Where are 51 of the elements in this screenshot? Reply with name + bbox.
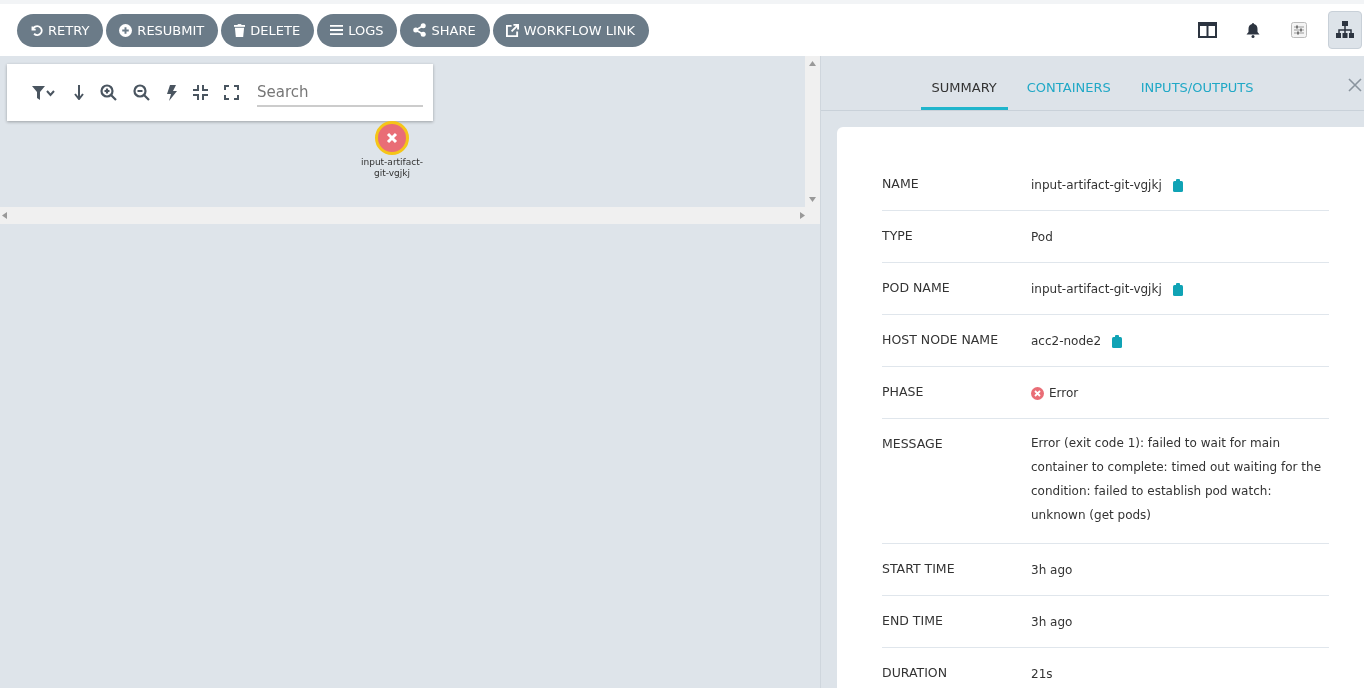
- panel-tab[interactable]: SUMMARY: [920, 56, 1008, 110]
- field-value: 3h ago: [1031, 562, 1073, 579]
- field-label: HOST NODE NAME: [882, 332, 1000, 347]
- field-label: DURATION: [882, 665, 949, 680]
- field-label: MESSAGE: [882, 436, 944, 451]
- filter-icon: [32, 85, 58, 100]
- node-label: input-artifact-git-vgjkj: [359, 157, 425, 179]
- action-button[interactable]: LOGS: [317, 13, 398, 47]
- trash-icon: [234, 23, 246, 37]
- action-button[interactable]: RESUBMIT: [106, 13, 219, 47]
- clipboard-icon[interactable]: [1172, 178, 1183, 192]
- columns-icon: [1197, 22, 1217, 38]
- sitemap-icon: [1336, 21, 1354, 39]
- retry-icon: [30, 23, 43, 37]
- lightning-icon: [166, 84, 177, 101]
- clipboard-icon[interactable]: [1112, 334, 1123, 348]
- zoom-in-icon: [100, 84, 117, 101]
- bell-icon: [1246, 22, 1260, 38]
- action-button[interactable]: SHARE: [400, 13, 490, 47]
- field-value: input-artifact-git-vgjkj: [1031, 177, 1162, 194]
- panel-tab[interactable]: CONTAINERS: [1015, 56, 1122, 110]
- sliders-icon: [1291, 22, 1307, 38]
- field-value: Error: [1049, 385, 1079, 402]
- field-label: TYPE: [882, 228, 914, 243]
- field-value: 21s: [1031, 666, 1053, 683]
- action-button[interactable]: WORKFLOW LINK: [492, 13, 650, 47]
- field-value: Pod: [1031, 229, 1053, 246]
- external-link-icon: [505, 23, 519, 37]
- share-icon: [413, 23, 427, 37]
- plus-circle-icon: [119, 23, 133, 37]
- zoom-out-icon: [133, 84, 150, 101]
- action-button[interactable]: DELETE: [221, 13, 315, 47]
- panel-tab[interactable]: INPUTS/OUTPUTS: [1129, 56, 1265, 110]
- menu-icon: [330, 24, 344, 36]
- compress-icon: [193, 85, 208, 100]
- field-value: 3h ago: [1031, 614, 1073, 631]
- field-value: input-artifact-git-vgjkj: [1031, 281, 1162, 298]
- error-node[interactable]: [375, 121, 409, 155]
- view-button[interactable]: [1328, 11, 1362, 49]
- x-icon: [386, 132, 398, 144]
- field-label: START TIME: [882, 561, 956, 576]
- clipboard-icon[interactable]: [1172, 282, 1183, 296]
- arrow-down-icon: [74, 85, 84, 100]
- field-value: acc2-node2: [1031, 333, 1102, 350]
- field-value: Error (exit code 1): failed to wait for main container to complete: timed out waiting for the condition: failed to establish pod watch: unknown (get pods): [1031, 435, 1323, 524]
- field-label: NAME: [882, 176, 920, 191]
- field-label: PHASE: [882, 384, 925, 399]
- action-button[interactable]: RETRY: [17, 13, 104, 47]
- field-label: POD NAME: [882, 280, 951, 295]
- field-label: END TIME: [882, 613, 944, 628]
- expand-icon: [224, 85, 239, 100]
